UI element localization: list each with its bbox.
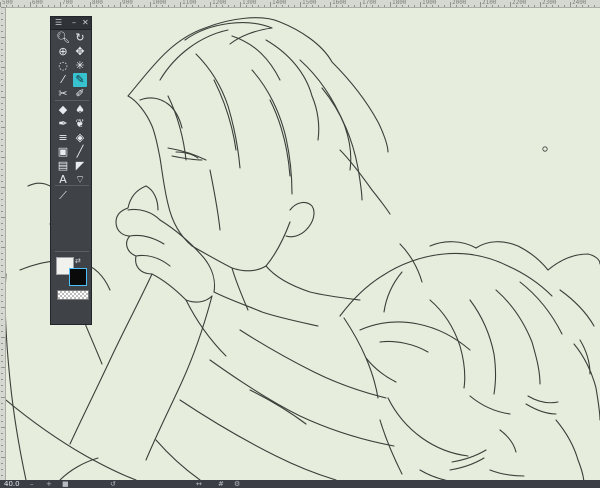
rotate-view-icon[interactable]: ↻ bbox=[73, 31, 87, 45]
grid-icon[interactable]: # bbox=[218, 480, 224, 488]
minus-icon[interactable]: – bbox=[30, 480, 34, 488]
palette-header: ☰ – ✕ bbox=[51, 17, 91, 30]
move-icon[interactable]: ✥ bbox=[73, 45, 87, 59]
eyedropper-icon[interactable]: ⁄ bbox=[56, 73, 70, 87]
drawing-canvas[interactable] bbox=[6, 8, 600, 480]
flip-icon[interactable]: ↔ bbox=[196, 480, 202, 488]
ruler-label: 1000 bbox=[152, 0, 167, 6]
scissors-icon[interactable]: ✂ bbox=[56, 87, 70, 101]
transparent-color-swatch[interactable] bbox=[57, 290, 89, 300]
ruler-label: 1200 bbox=[212, 0, 227, 6]
settings-icon[interactable]: ⚙ bbox=[234, 480, 240, 488]
tool-palette: ☰ – ✕ 🔍︎ ↻ ⊕ ✥ ◌ ✳ ⁄ ✎ ✂ ✐ ◆ ♠ ✒ ❦ ≡ ◈ ▣ ╱ ▤ ◤ A ⌔ ⟋ ⇄ bbox=[50, 16, 92, 325]
ruler-label: 1400 bbox=[272, 0, 287, 6]
eraser-icon[interactable]: ◆ bbox=[56, 103, 70, 117]
ruler-label: 2100 bbox=[482, 0, 497, 6]
airbrush-icon[interactable]: ✒ bbox=[56, 117, 70, 131]
close-icon[interactable]: ✕ bbox=[82, 17, 89, 28]
ruler-label: 1500 bbox=[302, 0, 317, 6]
object-select-icon[interactable]: ⊕ bbox=[56, 45, 70, 59]
pen-icon[interactable]: ✎ bbox=[73, 73, 87, 87]
ruler-icon[interactable]: ◤ bbox=[73, 159, 87, 173]
brush-icon[interactable]: ♠ bbox=[73, 103, 87, 117]
menu-icon[interactable]: ☰ bbox=[55, 17, 62, 28]
ruler-label: 1700 bbox=[362, 0, 377, 6]
lasso-icon[interactable]: ◌ bbox=[56, 59, 70, 73]
ruler-label: 1100 bbox=[182, 0, 197, 6]
figure-icon[interactable]: ╱ bbox=[73, 145, 87, 159]
sub-color-swatch[interactable] bbox=[69, 268, 87, 286]
separator bbox=[55, 185, 89, 186]
pencil-icon[interactable]: ✐ bbox=[73, 87, 87, 101]
zoom-icon[interactable]: 🔍︎ bbox=[56, 31, 70, 45]
ruler-label: 2400 bbox=[572, 0, 587, 6]
ruler-label: 1300 bbox=[242, 0, 257, 6]
top-ruler: 500 600 700 800 900 1000 1100 1200 1300 1400 1500 1… bbox=[0, 0, 600, 8]
ruler-label: 1600 bbox=[332, 0, 347, 6]
zoom-level[interactable]: 40.0 bbox=[4, 480, 20, 488]
plus-icon[interactable]: + bbox=[46, 480, 52, 488]
decoration-icon[interactable]: ❦ bbox=[73, 117, 87, 131]
gradient-icon[interactable]: ▣ bbox=[56, 145, 70, 159]
rotate-icon[interactable]: ↺ bbox=[110, 480, 116, 488]
fill-icon[interactable]: ◈ bbox=[73, 131, 87, 145]
fit-icon[interactable]: ■ bbox=[62, 480, 69, 488]
ruler-label: 1900 bbox=[422, 0, 437, 6]
blend-icon[interactable]: ≡ bbox=[56, 131, 70, 145]
ruler-label: 1800 bbox=[392, 0, 407, 6]
separator bbox=[55, 100, 89, 101]
correct-line-icon[interactable]: ⟋ bbox=[56, 189, 70, 203]
line-art bbox=[6, 17, 600, 480]
minimize-icon[interactable]: – bbox=[72, 17, 76, 28]
ruler-label: 2000 bbox=[452, 0, 467, 6]
magic-wand-icon[interactable]: ✳ bbox=[73, 59, 87, 73]
separator bbox=[55, 251, 89, 252]
ruler-label: 2300 bbox=[542, 0, 557, 6]
swap-colors-icon[interactable]: ⇄ bbox=[75, 257, 81, 265]
ruler-label: 2200 bbox=[512, 0, 527, 6]
status-bar: 40.0 – + ■ ↺ ↔ # ⚙ bbox=[0, 480, 600, 488]
frame-border-icon[interactable]: ▤ bbox=[56, 159, 70, 173]
